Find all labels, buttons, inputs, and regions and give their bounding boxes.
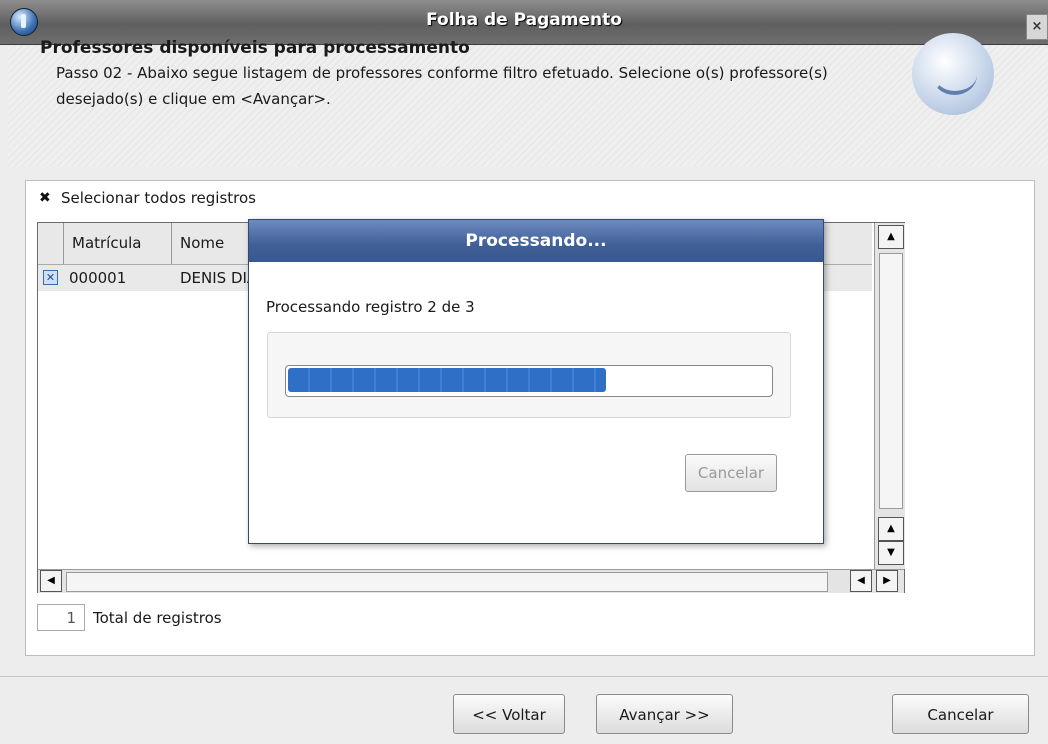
vertical-scrollbar[interactable]: ▲ ▲ ▼ [874, 223, 905, 569]
horizontal-scroll-thumb[interactable] [66, 572, 828, 592]
dialog-cancel-button[interactable]: Cancelar [685, 454, 777, 492]
brand-logo [912, 33, 994, 115]
back-button[interactable]: << Voltar [453, 694, 565, 734]
footer-divider [0, 676, 1048, 677]
progress-bar [285, 365, 773, 397]
next-button[interactable]: Avançar >> [596, 694, 733, 734]
vertical-scroll-thumb[interactable] [879, 253, 903, 509]
progress-fill [288, 368, 606, 392]
horizontal-scrollbar[interactable]: ◀ ◀ ▶ [38, 569, 904, 593]
progress-frame [267, 332, 791, 418]
cell-matricula: 000001 [69, 269, 127, 287]
checkbox-checked-icon[interactable]: ✖ [39, 191, 53, 205]
dialog-message: Processando registro 2 de 3 [266, 298, 475, 316]
window-title: Folha de Pagamento [426, 10, 622, 30]
page-title: Professores disponíveis para processamen… [40, 38, 470, 58]
page-description: Passo 02 - Abaixo segue listagem de prof… [56, 64, 828, 108]
total-records: 1 Total de registros [37, 604, 222, 631]
processing-dialog: Processando... Processando registro 2 de… [248, 219, 824, 544]
scroll-left-arrow-icon[interactable]: ◀ [850, 570, 872, 592]
dialog-title: Processando... [249, 220, 823, 262]
grid-header-check [38, 223, 64, 264]
cancel-button[interactable]: Cancelar [892, 694, 1029, 734]
select-all-label: Selecionar todos registros [61, 189, 256, 207]
row-checkbox[interactable]: ✕ [43, 270, 58, 285]
total-label: Total de registros [93, 608, 222, 627]
scroll-up-arrow-icon[interactable]: ▲ [878, 517, 904, 541]
select-all-checkbox[interactable]: ✖ Selecionar todos registros [39, 189, 256, 207]
close-button[interactable]: × [1026, 14, 1048, 40]
column-header-matricula[interactable]: Matrícula [64, 223, 172, 264]
scroll-up-arrow-icon[interactable]: ▲ [878, 225, 904, 249]
scroll-down-arrow-icon[interactable]: ▼ [878, 541, 904, 565]
scroll-left-arrow-icon[interactable]: ◀ [40, 570, 62, 592]
total-count-field: 1 [37, 604, 85, 631]
scroll-right-arrow-icon[interactable]: ▶ [876, 570, 898, 592]
